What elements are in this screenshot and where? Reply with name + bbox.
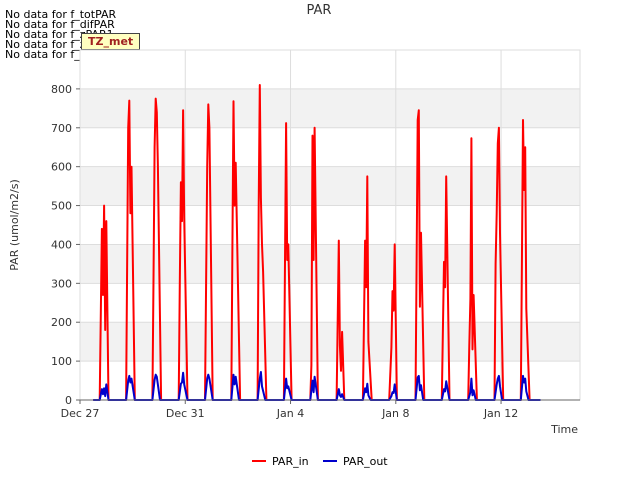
x-tick-label: Dec 31 xyxy=(166,407,205,420)
y-tick-label: 800 xyxy=(51,83,72,96)
y-tick-label: 500 xyxy=(51,200,72,213)
y-tick-label: 700 xyxy=(51,122,72,135)
legend: PAR_in PAR_out xyxy=(252,455,388,468)
y-tick-label: 300 xyxy=(51,277,72,290)
x-tick-label: Jan 8 xyxy=(381,407,409,420)
x-axis-label: Time xyxy=(550,423,578,436)
x-tick-label: Jan 12 xyxy=(483,407,518,420)
grid-band xyxy=(80,244,580,284)
legend-label-par-in: PAR_in xyxy=(272,455,309,468)
y-tick-label: 200 xyxy=(51,316,72,329)
chart-title: PAR xyxy=(307,3,332,18)
y-tick-label: 100 xyxy=(51,355,72,368)
y-axis-label: PAR (umol/m2/s) xyxy=(8,179,21,271)
y-tick-label: 0 xyxy=(65,394,72,407)
y-tick-label: 600 xyxy=(51,161,72,174)
legend-label-par-out: PAR_out xyxy=(343,455,388,468)
grid-band xyxy=(80,322,580,362)
par-chart: PAR 0 100 200 300 400 500 600 700 800 Dec 27 Dec 3… xyxy=(8,3,581,468)
x-tick-label: Jan 4 xyxy=(276,407,304,420)
x-tick-label: Dec 27 xyxy=(61,407,100,420)
y-tick-label: 400 xyxy=(51,238,72,251)
